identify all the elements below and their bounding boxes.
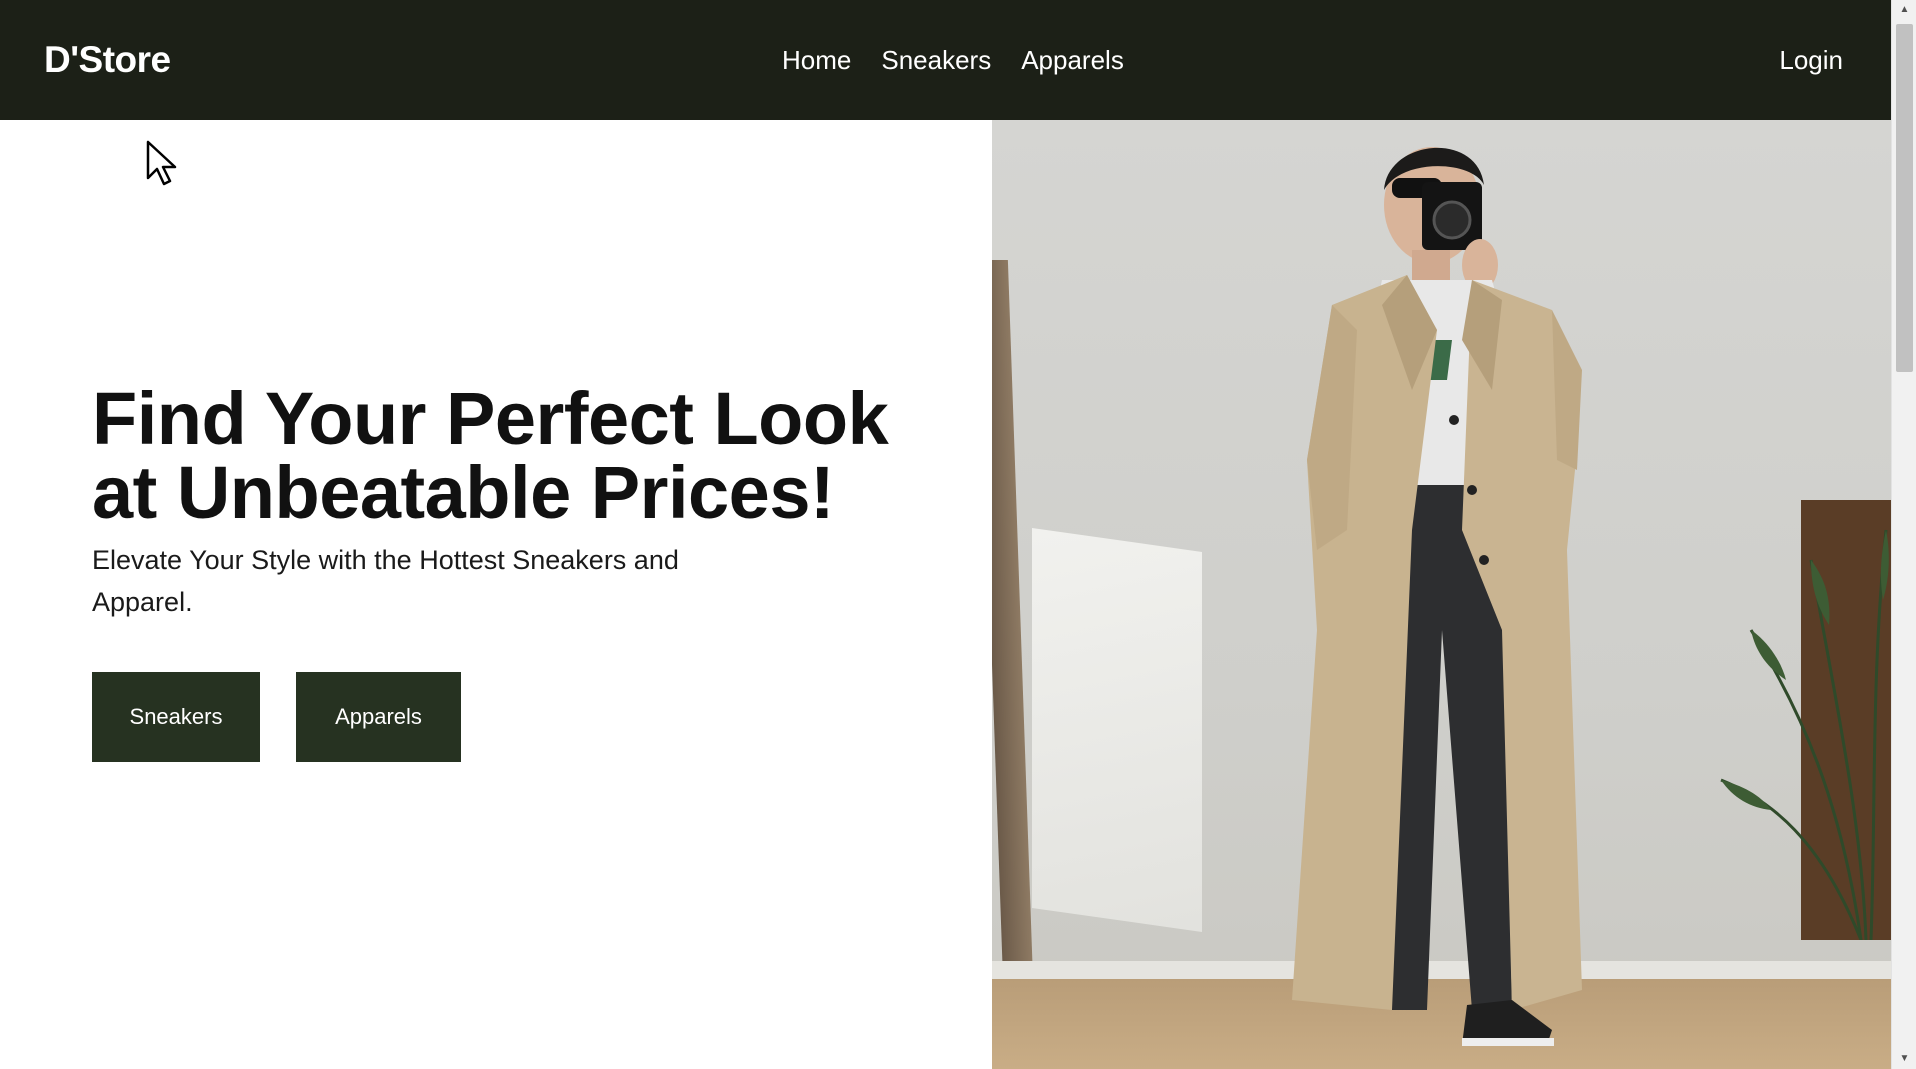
mirror-frame bbox=[992, 260, 1037, 1069]
vertical-scrollbar[interactable]: ▲ ▼ bbox=[1891, 0, 1916, 1069]
sneakers-button[interactable]: Sneakers bbox=[92, 672, 260, 762]
page-viewport: D'Store Home Sneakers Apparels Login Fin… bbox=[0, 0, 1891, 1069]
scrollbar-thumb[interactable] bbox=[1896, 24, 1913, 372]
model-illustration bbox=[1292, 147, 1582, 1046]
hero-title: Find Your Perfect Look at Unbeatable Pri… bbox=[92, 382, 952, 530]
nav-sneakers-link[interactable]: Sneakers bbox=[881, 43, 991, 77]
hero-title-line-1: Find Your Perfect Look bbox=[92, 377, 889, 460]
brand-logo[interactable]: D'Store bbox=[44, 37, 171, 83]
main-nav: Home Sneakers Apparels bbox=[782, 43, 1124, 77]
hero-text-section: Find Your Perfect Look at Unbeatable Pri… bbox=[0, 120, 992, 1069]
hero-image bbox=[992, 120, 1891, 1069]
login-link[interactable]: Login bbox=[1779, 43, 1843, 77]
hero-button-row: Sneakers Apparels bbox=[92, 672, 461, 762]
scroll-up-arrow-icon[interactable]: ▲ bbox=[1892, 0, 1916, 20]
hero-subtitle: Elevate Your Style with the Hottest Snea… bbox=[92, 545, 679, 617]
nav-apparels-link[interactable]: Apparels bbox=[1021, 43, 1124, 77]
site-header: D'Store Home Sneakers Apparels Login bbox=[0, 0, 1891, 120]
scroll-down-arrow-icon[interactable]: ▼ bbox=[1892, 1049, 1916, 1069]
sunlight-patch bbox=[1032, 528, 1202, 932]
hero-title-line-2: at Unbeatable Prices! bbox=[92, 451, 835, 534]
nav-home-link[interactable]: Home bbox=[782, 43, 851, 77]
plant-illustration bbox=[1720, 529, 1889, 940]
apparels-button[interactable]: Apparels bbox=[296, 672, 461, 762]
